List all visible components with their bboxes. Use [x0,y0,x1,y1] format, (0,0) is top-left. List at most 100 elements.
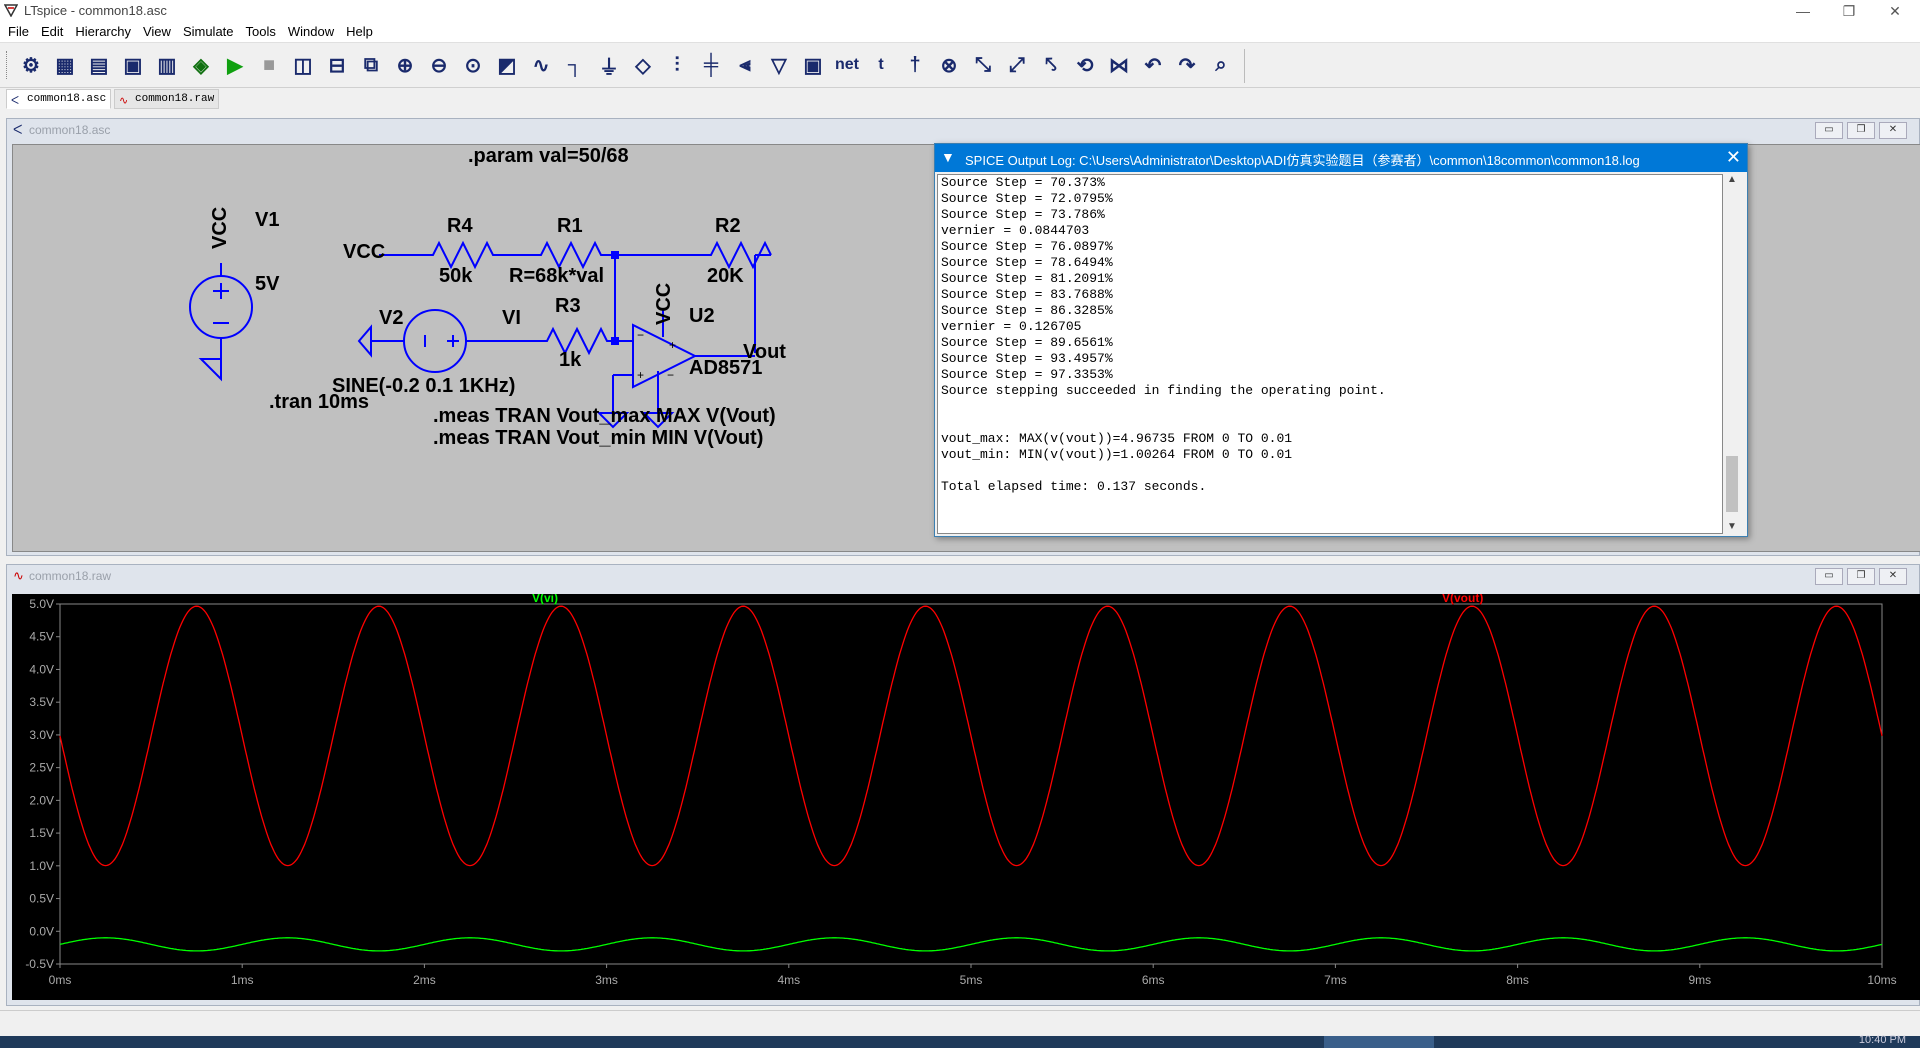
x-tick-label: 8ms [1506,973,1529,987]
settings-icon[interactable]: ⚙ [14,51,48,79]
tab-common18-raw[interactable]: ∿ common18.raw [114,89,220,109]
schematic-icon: ᐸ [13,122,23,137]
r3-value[interactable]: 1k [559,349,581,372]
drag-icon[interactable]: ⤣ [1034,51,1068,79]
menu-view[interactable]: View [137,22,177,42]
child-minimize-button[interactable]: ▭ [1815,568,1843,585]
print-icon[interactable]: ▥ [150,51,184,79]
tran-directive[interactable]: .tran 10ms [269,391,369,414]
r4-name[interactable]: R4 [447,215,473,238]
scroll-up-icon[interactable]: ▲ [1723,174,1741,185]
waveform-icon[interactable]: ∿ [524,51,558,79]
r1-value[interactable]: R=68k*val [509,265,604,288]
menu-file[interactable]: File [0,22,35,42]
log-scrollbar[interactable]: ▲ ▼ [1723,174,1741,532]
restore-button[interactable]: ❐ [1826,0,1872,22]
capacitor-icon[interactable]: ╪ [694,51,728,79]
v1-ground-symbol [198,358,222,382]
move-icon[interactable]: ⤢ [1000,51,1034,79]
waveform-window-header: ∿ common18.raw ▭ ❐ ✕ [7,565,1919,587]
ground-icon[interactable]: ⏚ [592,51,626,79]
u2-vcc-label[interactable]: VCC [653,283,676,325]
net-label-icon[interactable]: net [830,51,864,79]
schematic-icon: ᐸ [11,94,20,107]
series-line-vvout [59,605,1883,867]
text-icon[interactable]: t [864,51,898,79]
v1-net-label[interactable]: VCC [209,207,232,249]
r3-name[interactable]: R3 [555,295,581,318]
vi-net-label[interactable]: VI [502,307,521,330]
tile-vertical-icon[interactable]: ◫ [286,51,320,79]
child-minimize-button[interactable]: ▭ [1815,122,1843,139]
delete-icon[interactable]: ⊗ [932,51,966,79]
undo-icon[interactable]: ↶ [1136,51,1170,79]
menu-help[interactable]: Help [340,22,379,42]
tab-label: common18.asc [27,93,107,105]
control-panel-icon[interactable]: ◈ [184,51,218,79]
child-close-button[interactable]: ✕ [1879,122,1907,139]
r4-value[interactable]: 50k [439,265,472,288]
resistor-icon[interactable]: ⫶ [660,51,694,79]
r2-value[interactable]: 20K [707,265,744,288]
mirror-icon[interactable]: ⋈ [1102,51,1136,79]
menu-hierarchy[interactable]: Hierarchy [69,22,137,42]
r2-name[interactable]: R2 [715,215,741,238]
halt-icon[interactable]: ■ [252,51,286,79]
cascade-icon[interactable]: ⧉ [354,51,388,79]
menu-simulate[interactable]: Simulate [177,22,240,42]
x-tick-label: 1ms [231,973,254,987]
child-restore-button[interactable]: ❐ [1847,122,1875,139]
r1-name[interactable]: R1 [557,215,583,238]
v2-name[interactable]: V2 [379,307,403,330]
label-net-icon[interactable]: ◇ [626,51,660,79]
log-line: Source stepping succeeded in finding the… [941,383,1386,398]
menu-window[interactable]: Window [282,22,340,42]
vcc-net-label[interactable]: VCC [343,241,385,264]
menu-tools[interactable]: Tools [240,22,282,42]
window-title: LTspice - common18.asc [24,3,167,18]
minimize-button[interactable]: — [1780,0,1826,22]
child-restore-button[interactable]: ❐ [1847,568,1875,585]
tile-horizontal-icon[interactable]: ⊟ [320,51,354,79]
scroll-thumb[interactable] [1726,456,1738,512]
run-icon[interactable]: ▶ [218,51,252,79]
spice-directive-icon[interactable]: † [898,51,932,79]
v1-value[interactable]: 5V [255,273,279,296]
plot-svg: 5.0V 4.5V 4.0V 3.5V 3.0V 2.5V 2.0V 1.5V 1.0V 0.5V… [25,594,1896,987]
diode-icon[interactable]: ▽ [762,51,796,79]
log-text-area[interactable]: Source Step = 70.373% Source Step = 72.07… [937,174,1723,534]
u2-model[interactable]: AD8571 [689,357,762,380]
open-schematic-icon[interactable]: ▦ [48,51,82,79]
waveform-plot[interactable]: 5.0V 4.5V 4.0V 3.5V 3.0V 2.5V 2.0V 1.5V 1.0V 0.5V… [12,594,1920,1000]
zoom-out-icon[interactable]: ⊖ [422,51,456,79]
zoom-in-icon[interactable]: ⊕ [388,51,422,79]
inductor-icon[interactable]: ⫷ [728,51,762,79]
tab-common18-asc[interactable]: ᐸ common18.asc [6,89,112,109]
param-directive[interactable]: .param val=50/68 [468,145,629,168]
duplicate-icon[interactable]: ⤡ [966,51,1000,79]
v1-name[interactable]: V1 [255,209,279,232]
component-icon[interactable]: ▣ [796,51,830,79]
u2-name[interactable]: U2 [689,305,715,328]
redo-icon[interactable]: ↷ [1170,51,1204,79]
taskbar-active-item[interactable] [1324,1036,1434,1048]
toolbar-grip[interactable] [6,51,10,79]
open-file-icon[interactable]: ▤ [82,51,116,79]
autorange-icon[interactable]: ◩ [490,51,524,79]
save-icon[interactable]: ▣ [116,51,150,79]
x-tick-label: 6ms [1142,973,1165,987]
y-tick-label: 5.0V [29,597,54,611]
meas-directive-2[interactable]: .meas TRAN Vout_min MIN V(Vout) [433,427,763,450]
find-icon[interactable]: ⌕ [1204,51,1238,79]
wire-icon[interactable]: ┐ [558,51,592,79]
rotate-icon[interactable]: ⟲ [1068,51,1102,79]
child-close-button[interactable]: ✕ [1879,568,1907,585]
close-button[interactable]: ✕ [1872,0,1918,22]
scroll-down-icon[interactable]: ▼ [1723,521,1741,532]
menu-edit[interactable]: Edit [35,22,69,42]
zoom-fit-icon[interactable]: ⊙ [456,51,490,79]
log-close-button[interactable]: ✕ [1726,147,1741,168]
meas-directive-1[interactable]: .meas TRAN Vout_max MAX V(Vout) [433,405,776,428]
log-titlebar[interactable]: ▼ SPICE Output Log: C:\Users\Administrat… [935,144,1747,172]
